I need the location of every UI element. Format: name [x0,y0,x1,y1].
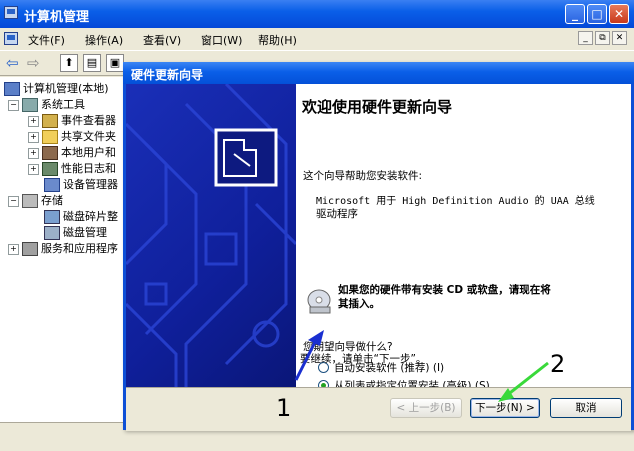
tree-label: 磁盘管理 [63,226,107,239]
computer-management-icon [4,6,18,19]
tree-item-storage[interactable]: − 存储 [8,193,63,209]
wizard-banner-graphic [126,84,296,387]
device-name-line2: 驱动程序 [316,208,358,220]
expand-icon[interactable]: + [8,243,19,255]
tree-label: 共享文件夹 [61,130,116,143]
cd-drive-icon [307,289,331,314]
collapse-icon[interactable]: − [8,195,19,207]
continue-text: 要继续，请单击“下一步”。 [300,353,427,365]
mdi-minimize-button[interactable]: _ [578,31,593,45]
menu-file[interactable]: 文件(F) [28,32,65,48]
menu-action[interactable]: 操作(A) [85,32,123,48]
expand-icon[interactable]: + [28,163,39,175]
title-bar[interactable]: 计算机管理 _ □ ✕ [0,0,634,28]
back-arrow-icon[interactable]: ⇦ [6,54,19,72]
tree-item-device-manager[interactable]: 设备管理器 [44,177,118,193]
wizard-button-bar: < 上一步(B) 下一步(N) > 取消 [126,387,631,431]
tree-item-shared-folders[interactable]: + 共享文件夹 [28,129,116,145]
console-tree: 计算机管理(本地) − 系统工具 + 事件查看器 + 共享文件夹 + 本地用户和 + 性能… [0,77,131,422]
computer-icon [4,82,20,96]
tree-label: 本地用户和 [61,146,116,159]
tree-label: 系统工具 [41,98,85,111]
services-icon [22,242,38,256]
tree-label: 服务和应用程序 [41,242,118,255]
expand-icon[interactable]: + [28,115,39,127]
properties-icon[interactable]: ▣ [106,54,124,72]
disk-icon [44,226,60,240]
cd-hint-line1: 如果您的硬件带有安装 CD 或软盘，请现在将 [338,284,551,296]
mdi-restore-button[interactable]: ⧉ [595,31,610,45]
tree-label: 磁盘碎片整 [63,210,118,223]
tree-item-defragmenter[interactable]: 磁盘碎片整 [44,209,118,225]
annotation-marker-2: 2 [550,350,566,378]
event-viewer-icon [42,114,58,128]
wizard-heading: 欢迎使用硬件更新向导 [302,98,453,116]
wizard-content: 欢迎使用硬件更新向导 这个向导帮助您安装软件: Microsoft 用于 Hig… [296,84,631,392]
annotation-marker-1: 1 [276,394,292,422]
mdi-close-button[interactable]: ✕ [612,31,627,45]
minimize-button[interactable]: _ [565,4,585,24]
back-button[interactable]: < 上一步(B) [390,398,462,418]
tree-label: 存储 [41,194,63,207]
menu-bar: 文件(F) 操作(A) 查看(V) 窗口(W) 帮助(H) _ ⧉ ✕ [0,28,634,50]
expand-icon[interactable]: + [28,131,39,143]
tree-item-disk-management[interactable]: 磁盘管理 [44,225,107,241]
tools-icon [22,98,38,112]
up-folder-icon[interactable]: ⬆ [60,54,78,72]
storage-icon [22,194,38,208]
wizard-banner [126,84,296,387]
tree-item-system-tools[interactable]: − 系统工具 [8,97,85,113]
intro-text: 这个向导帮助您安装软件: [303,170,423,182]
device-manager-icon [44,178,60,192]
show-tree-icon[interactable]: ▤ [83,54,101,72]
expand-icon[interactable]: + [28,147,39,159]
wizard-title: 硬件更新向导 [131,68,204,82]
collapse-icon[interactable]: − [8,99,19,111]
maximize-button[interactable]: □ [587,4,607,24]
window-menu-icon[interactable] [4,32,18,45]
window-title: 计算机管理 [24,10,90,25]
cancel-button[interactable]: 取消 [550,398,622,418]
performance-icon [42,162,58,176]
tree-label: 性能日志和 [61,162,116,175]
device-name-line1: Microsoft 用于 High Definition Audio 的 UAA… [316,196,595,207]
next-button[interactable]: 下一步(N) > [470,398,540,418]
tree-label: 事件查看器 [61,114,116,127]
folder-icon [42,130,58,144]
cd-hint-line2: 其插入。 [338,298,380,310]
tree-item-event-viewer[interactable]: + 事件查看器 [28,113,116,129]
tree-item-performance-logs[interactable]: + 性能日志和 [28,161,116,177]
forward-arrow-icon[interactable]: ⇨ [27,54,40,72]
tree-root[interactable]: 计算机管理(本地) [4,81,109,97]
menu-window[interactable]: 窗口(W) [201,32,242,48]
users-icon [42,146,58,160]
tree-label: 计算机管理(本地) [23,82,109,95]
tree-item-services-apps[interactable]: + 服务和应用程序 [8,241,118,257]
wizard-title-bar[interactable]: 硬件更新向导 [123,62,634,84]
tree-item-local-users[interactable]: + 本地用户和 [28,145,116,161]
close-button[interactable]: ✕ [609,4,629,24]
menu-view[interactable]: 查看(V) [143,32,181,48]
defrag-icon [44,210,60,224]
menu-help[interactable]: 帮助(H) [258,32,297,48]
tree-label: 设备管理器 [63,178,118,191]
